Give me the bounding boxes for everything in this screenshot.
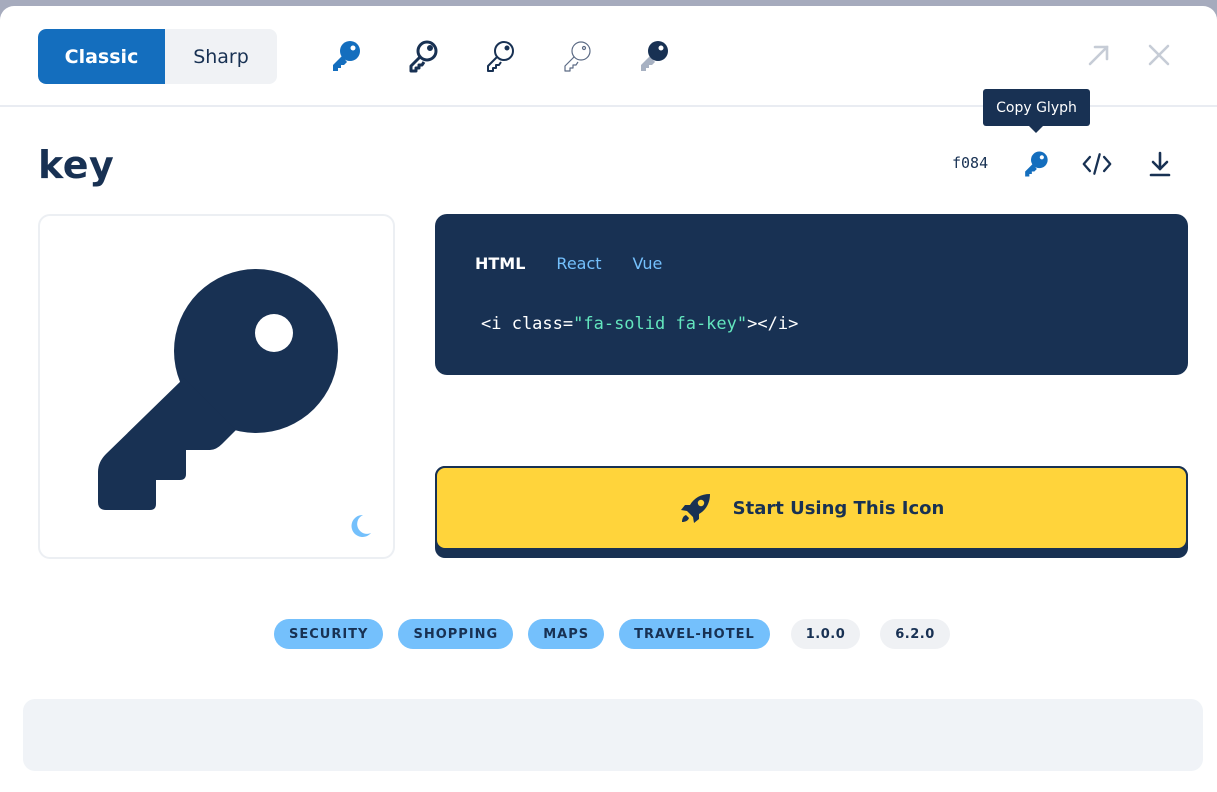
code-suffix: ></i>	[747, 314, 799, 334]
download-icon[interactable]	[1145, 149, 1175, 179]
close-icon[interactable]	[1146, 42, 1172, 68]
code-snippet[interactable]: <i class="fa-solid fa-key"></i>	[481, 314, 798, 334]
dark-mode-moon-icon[interactable]	[347, 513, 373, 543]
version-badge-6-2-0[interactable]: 6.2.0	[880, 619, 950, 649]
copy-glyph-key-icon[interactable]	[1021, 149, 1051, 179]
icon-preview-card	[38, 214, 395, 559]
footer-panel	[23, 699, 1203, 771]
version-badge-1-0-0[interactable]: 1.0.0	[790, 619, 861, 649]
key-light-variant-icon[interactable]	[481, 37, 519, 75]
tag-travel-hotel[interactable]: TRAVEL-HOTEL	[619, 619, 770, 649]
tab-react[interactable]: React	[556, 254, 601, 273]
key-regular-variant-icon[interactable]	[404, 37, 442, 75]
code-prefix: <i class=	[481, 314, 574, 334]
variant-picker	[327, 37, 712, 75]
tab-vue[interactable]: Vue	[633, 254, 663, 273]
start-button-shadow: Start Using This Icon	[435, 466, 1188, 558]
code-snippet-panel: HTML React Vue <i class="fa-solid fa-key…	[435, 214, 1188, 375]
copy-glyph-tooltip: Copy Glyph	[983, 89, 1090, 133]
classic-style-button[interactable]: Classic	[38, 29, 165, 84]
tag-security[interactable]: SECURITY	[274, 619, 384, 649]
tag-maps[interactable]: MAPS	[528, 619, 605, 649]
rocket-icon	[680, 494, 710, 523]
icon-title: key	[38, 143, 115, 187]
icon-detail-modal: Classic Sharp Copy Glyph key f084 HTML R…	[0, 6, 1217, 792]
start-button-label: Start Using This Icon	[732, 497, 945, 519]
code-tabs: HTML React Vue	[475, 254, 662, 273]
key-thin-variant-icon[interactable]	[558, 37, 596, 75]
start-using-icon-button[interactable]: Start Using This Icon	[435, 466, 1188, 550]
code-class-string: "fa-solid fa-key"	[573, 314, 748, 334]
key-solid-variant-icon[interactable]	[327, 37, 365, 75]
unicode-value[interactable]: f084	[952, 154, 988, 172]
key-preview-icon	[98, 269, 338, 510]
code-icon[interactable]	[1082, 149, 1112, 179]
style-toggle: Classic Sharp	[38, 29, 277, 84]
tag-list: SECURITY SHOPPING MAPS TRAVEL-HOTEL 1.0.…	[274, 619, 970, 649]
key-duotone-variant-icon[interactable]	[635, 37, 673, 75]
sharp-style-button[interactable]: Sharp	[165, 29, 277, 84]
tab-html[interactable]: HTML	[475, 254, 525, 273]
tag-shopping[interactable]: SHOPPING	[398, 619, 514, 649]
open-in-new-icon[interactable]	[1086, 42, 1112, 68]
